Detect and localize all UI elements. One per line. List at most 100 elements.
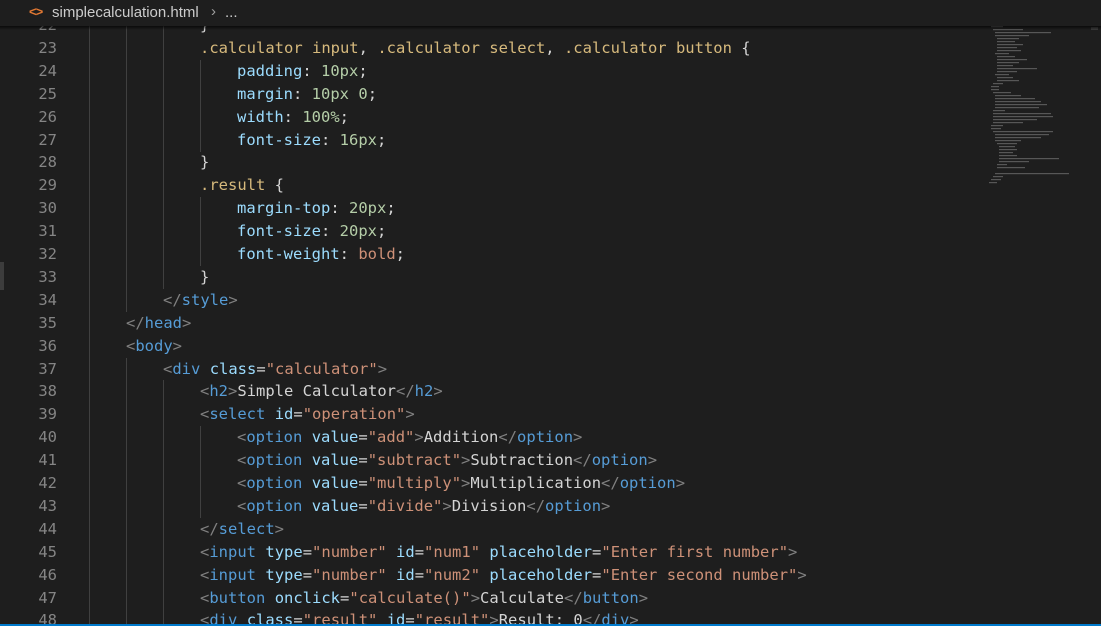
code-line[interactable]: 25 margin: 10px 0; bbox=[0, 82, 1000, 106]
code-token: .calculator select bbox=[377, 38, 546, 57]
code-line[interactable]: 46 <input type="number" id="num2" placeho… bbox=[0, 563, 1000, 587]
code-text: <body> bbox=[126, 335, 182, 358]
indent-guide bbox=[89, 380, 90, 404]
code-editor[interactable]: 22}23.calculator input, .calculator sele… bbox=[0, 0, 1101, 626]
code-line[interactable]: 37 <div class="calculator"> bbox=[0, 357, 1000, 381]
code-token: input bbox=[209, 565, 257, 584]
code-token: .calculator button bbox=[563, 38, 732, 57]
breadcrumb-more[interactable]: ... bbox=[225, 4, 238, 21]
code-line[interactable]: 34 </style> bbox=[0, 288, 1000, 312]
code-line[interactable]: 43 <option value="divide">Division</optio… bbox=[0, 494, 1000, 518]
indent-guide bbox=[163, 472, 164, 495]
indent-guide bbox=[89, 426, 90, 450]
code-token: option bbox=[619, 474, 676, 492]
code-token: </ bbox=[163, 290, 182, 309]
code-line[interactable]: 44 </select> bbox=[0, 517, 1000, 541]
code-token: > bbox=[228, 290, 238, 309]
code-token: : bbox=[321, 222, 340, 241]
code-line[interactable]: 39 <select id="operation"> bbox=[0, 403, 1000, 427]
code-token: body bbox=[135, 336, 173, 355]
code-token: ; bbox=[386, 199, 396, 218]
indent-guide bbox=[200, 105, 201, 129]
code-token: div bbox=[172, 359, 201, 378]
code-token: class bbox=[209, 359, 257, 378]
code-token: "number" bbox=[312, 565, 387, 584]
code-line[interactable]: 38 <h2>Simple Calculator</h2> bbox=[0, 380, 1000, 404]
code-line[interactable]: 23 .calculator input, .calculator select,… bbox=[0, 36, 1000, 60]
code-token: > bbox=[433, 382, 443, 401]
code-token: < bbox=[237, 451, 247, 470]
indent-guide bbox=[163, 563, 164, 587]
minimap[interactable] bbox=[985, 26, 1087, 196]
code-line[interactable]: 45 <input type="number" id="num1" placeho… bbox=[0, 540, 1000, 564]
code-text: font-size: 16px; bbox=[237, 129, 386, 152]
code-token: 100% bbox=[302, 107, 340, 126]
breadcrumb-file[interactable]: simplecalculation.html bbox=[52, 4, 199, 21]
code-text: width: 100%; bbox=[237, 106, 349, 129]
indent-guide bbox=[126, 380, 127, 404]
code-text: <input type="number" id="num2" placehold… bbox=[200, 564, 807, 587]
code-token: option bbox=[517, 428, 574, 447]
code-token: < bbox=[237, 428, 247, 447]
code-token: = bbox=[358, 474, 368, 492]
code-line[interactable]: 41 <option value="subtract">Subtraction</… bbox=[0, 449, 1000, 473]
code-line[interactable]: 28} bbox=[0, 151, 1000, 175]
code-token: > bbox=[414, 428, 424, 447]
code-token: > bbox=[461, 474, 471, 492]
indent-guide bbox=[163, 517, 164, 541]
code-line[interactable]: 33} bbox=[0, 265, 1000, 289]
code-line[interactable]: 29 .result { bbox=[0, 174, 1000, 198]
indent-guide bbox=[163, 151, 164, 175]
code-line[interactable]: 47 <button onclick="calculate()">Calculat… bbox=[0, 586, 1000, 610]
code-token: padding bbox=[237, 61, 303, 80]
line-number: 46 bbox=[38, 565, 57, 584]
code-token: = bbox=[302, 542, 313, 561]
code-token: } bbox=[200, 267, 210, 286]
indent-guide bbox=[126, 128, 127, 152]
code-text: </style> bbox=[163, 289, 238, 312]
indent-guide bbox=[126, 403, 127, 427]
code-token: < bbox=[200, 382, 210, 401]
code-line[interactable]: 32 font-weight: bold; bbox=[0, 243, 1000, 266]
code-token: < bbox=[200, 542, 210, 561]
code-line[interactable]: 36 <body> bbox=[0, 334, 1000, 358]
line-number: 33 bbox=[38, 267, 57, 286]
code-token: Division bbox=[451, 496, 527, 515]
code-token: Addition bbox=[423, 428, 499, 447]
code-line[interactable]: 24 padding: 10px; bbox=[0, 59, 1000, 83]
code-text: <div class="calculator"> bbox=[163, 358, 387, 381]
code-token: placeholder bbox=[489, 542, 593, 561]
code-line[interactable]: 30 margin-top: 20px; bbox=[0, 197, 1000, 221]
code-token: </ bbox=[498, 428, 518, 447]
code-line[interactable]: 26 width: 100%; bbox=[0, 105, 1000, 129]
code-token: < bbox=[163, 359, 173, 378]
code-line[interactable]: 31 font-size: 20px; bbox=[0, 220, 1000, 244]
code-line[interactable]: 40 <option value="add">Addition</option> bbox=[0, 426, 1000, 450]
code-text: margin-top: 20px; bbox=[237, 197, 396, 220]
code-token: , bbox=[545, 38, 564, 57]
code-token: { bbox=[731, 38, 751, 57]
code-token: font-size bbox=[237, 222, 321, 241]
code-line[interactable]: 35 </head> bbox=[0, 311, 1000, 335]
code-token: head bbox=[144, 313, 182, 332]
indent-guide bbox=[89, 472, 90, 495]
indent-guide bbox=[126, 220, 127, 244]
code-token: { bbox=[265, 176, 284, 195]
code-line[interactable]: 27 font-size: 16px; bbox=[0, 128, 1000, 152]
code-token: "Enter second number" bbox=[601, 565, 798, 584]
html-file-icon: <> bbox=[29, 4, 43, 19]
indent-guide bbox=[126, 288, 127, 312]
code-token: input bbox=[209, 542, 257, 561]
line-number: 36 bbox=[38, 336, 57, 355]
line-number: 38 bbox=[38, 382, 57, 401]
code-line[interactable]: 42 <option value="multiply">Multiplicatio… bbox=[0, 472, 1000, 495]
code-token: option bbox=[545, 496, 602, 515]
vertical-scrollbar[interactable] bbox=[1088, 26, 1101, 626]
indent-guide bbox=[126, 540, 127, 564]
code-token: > bbox=[172, 336, 183, 355]
code-text: } bbox=[200, 151, 209, 174]
code-token: type bbox=[265, 565, 303, 584]
code-token: value bbox=[311, 496, 359, 515]
code-text: .result { bbox=[200, 174, 284, 197]
